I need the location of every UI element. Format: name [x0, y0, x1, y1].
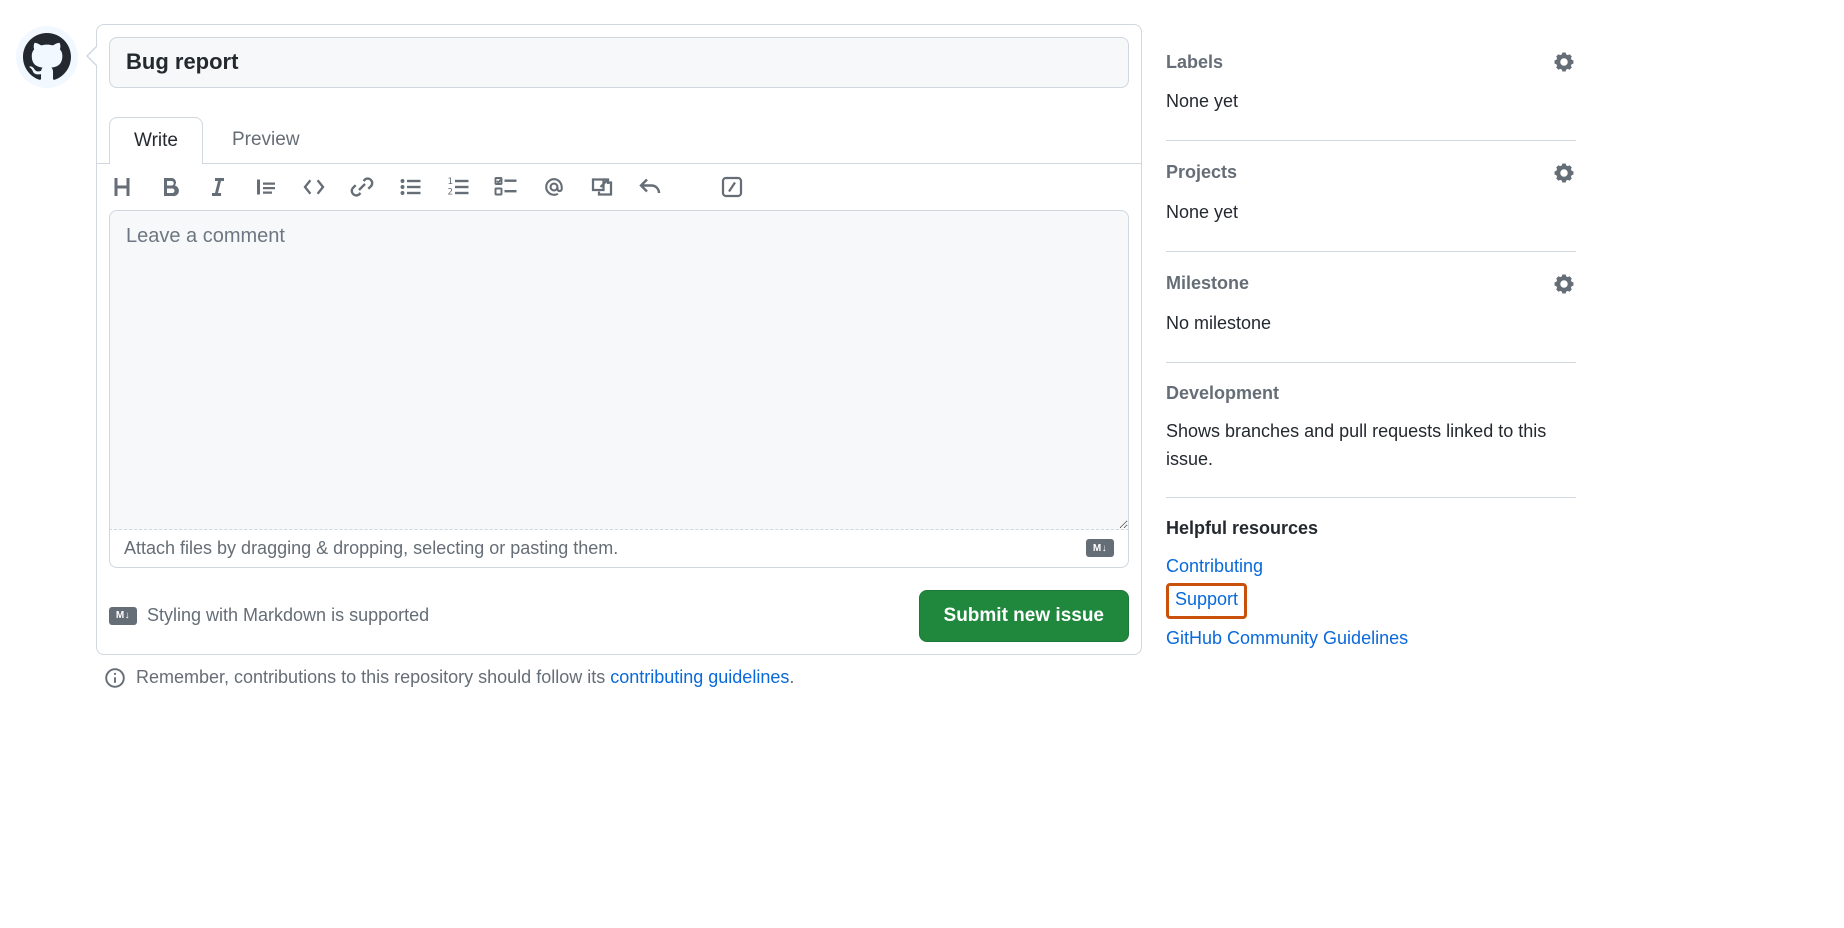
- issue-title-input[interactable]: [109, 37, 1129, 88]
- octocat-icon: [23, 33, 71, 81]
- attach-files-bar[interactable]: Attach files by dragging & dropping, sel…: [109, 530, 1129, 568]
- markdown-badge-icon: M↓: [1086, 539, 1114, 557]
- code-icon[interactable]: [301, 174, 327, 200]
- reminder-text: Remember, contributions to this reposito…: [136, 667, 610, 687]
- support-link[interactable]: Support: [1175, 586, 1238, 614]
- info-icon: [104, 667, 126, 689]
- md-toolbar: 12: [97, 164, 1141, 210]
- cross-reference-icon[interactable]: [589, 174, 615, 200]
- projects-gear-icon[interactable]: [1552, 161, 1576, 185]
- mention-icon[interactable]: [541, 174, 567, 200]
- bold-icon[interactable]: [157, 174, 183, 200]
- contributing-guidelines-link[interactable]: contributing guidelines: [610, 667, 789, 687]
- quote-icon[interactable]: [253, 174, 279, 200]
- community-guidelines-link[interactable]: GitHub Community Guidelines: [1166, 625, 1576, 653]
- numbered-list-icon[interactable]: 12: [445, 174, 471, 200]
- issue-form: Write Preview 12: [96, 24, 1142, 655]
- labels-heading: Labels: [1166, 52, 1223, 73]
- milestone-value: No milestone: [1166, 310, 1576, 338]
- editor-tabs: Write Preview: [97, 88, 1141, 164]
- contributing-link[interactable]: Contributing: [1166, 553, 1576, 581]
- labels-gear-icon[interactable]: [1552, 50, 1576, 74]
- development-value: Shows branches and pull requests linked …: [1166, 418, 1576, 474]
- projects-value: None yet: [1166, 199, 1576, 227]
- development-heading: Development: [1166, 383, 1279, 404]
- link-icon[interactable]: [349, 174, 375, 200]
- italic-icon[interactable]: [205, 174, 231, 200]
- attach-hint-text: Attach files by dragging & dropping, sel…: [124, 538, 618, 559]
- contributing-reminder: Remember, contributions to this reposito…: [96, 667, 1142, 689]
- svg-text:2: 2: [448, 187, 453, 197]
- task-list-icon[interactable]: [493, 174, 519, 200]
- issue-sidebar: Labels None yet Projects None yet Milest…: [1166, 24, 1576, 689]
- support-link-highlight: Support: [1166, 583, 1247, 619]
- bulleted-list-icon[interactable]: [397, 174, 423, 200]
- tab-preview[interactable]: Preview: [207, 116, 325, 163]
- comment-textarea[interactable]: [109, 210, 1129, 530]
- svg-text:1: 1: [448, 177, 453, 187]
- slash-commands-icon[interactable]: [719, 174, 745, 200]
- markdown-support-note[interactable]: M↓ Styling with Markdown is supported: [109, 605, 429, 626]
- tab-write[interactable]: Write: [109, 117, 203, 164]
- reply-icon[interactable]: [637, 174, 663, 200]
- markdown-support-text: Styling with Markdown is supported: [147, 605, 429, 626]
- avatar[interactable]: [16, 26, 78, 88]
- heading-icon[interactable]: [109, 174, 135, 200]
- helpful-resources-heading: Helpful resources: [1166, 518, 1318, 539]
- markdown-badge-icon: M↓: [109, 607, 137, 625]
- submit-issue-button[interactable]: Submit new issue: [919, 590, 1129, 642]
- milestone-heading: Milestone: [1166, 273, 1249, 294]
- labels-value: None yet: [1166, 88, 1576, 116]
- milestone-gear-icon[interactable]: [1552, 272, 1576, 296]
- projects-heading: Projects: [1166, 162, 1237, 183]
